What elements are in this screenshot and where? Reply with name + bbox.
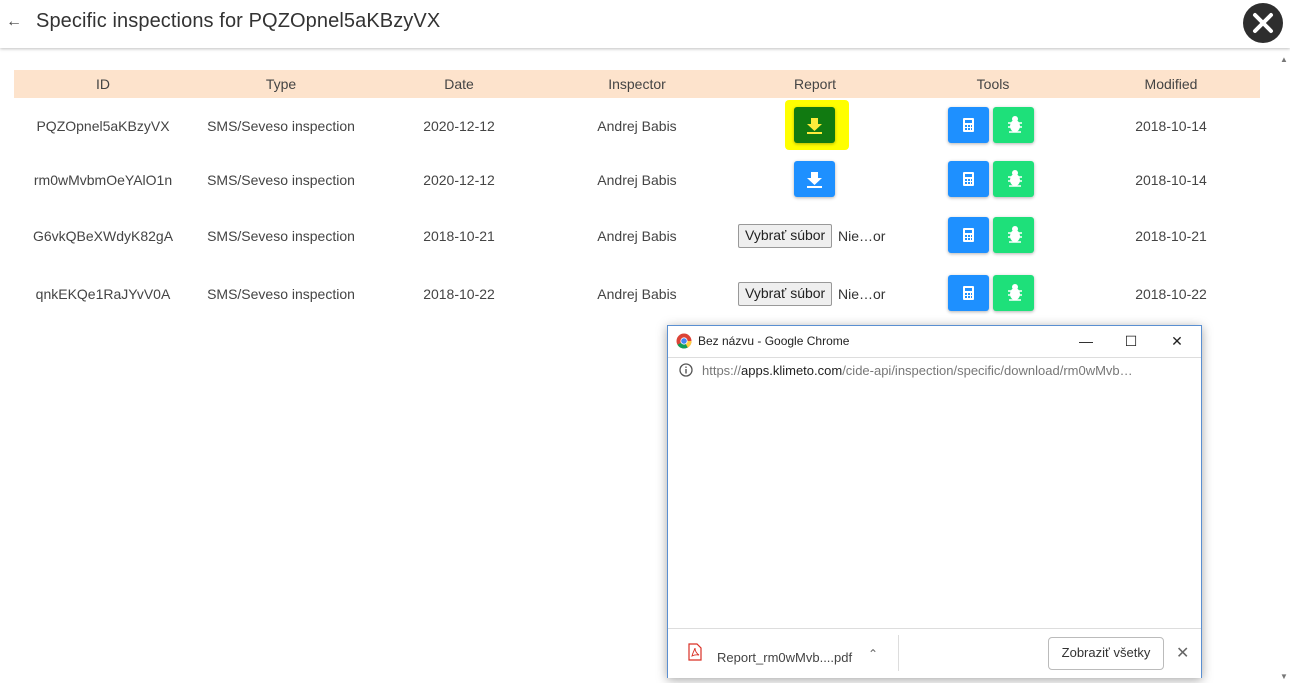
cell-id: PQZOpnel5aKBzyVX [36, 118, 170, 134]
column-header-type: Type [265, 76, 297, 92]
chevron-up-icon[interactable]: ⌃ [868, 647, 878, 661]
cell-date: 2018-10-22 [423, 286, 495, 302]
bug-button[interactable] [993, 217, 1034, 253]
url-host: apps.klimeto.com [741, 363, 843, 378]
pdf-file-icon [688, 643, 702, 661]
cell-date: 2018-10-21 [423, 228, 495, 244]
calculator-button[interactable] [948, 275, 989, 311]
info-icon[interactable] [678, 362, 694, 378]
shelf-divider [898, 635, 899, 671]
download-shelf: Report_rm0wMvb....pdf ⌃ Zobraziť všetky … [668, 628, 1201, 678]
bug-button[interactable] [993, 107, 1034, 143]
calculator-icon [963, 286, 974, 300]
url-path: /cide-api/inspection/specific/download/r… [842, 363, 1133, 378]
cell-type: SMS/Seveso inspection [207, 228, 355, 244]
download-icon [807, 172, 822, 188]
scrollbar-down-arrow-icon[interactable]: ▼ [1280, 672, 1288, 681]
column-header-id: ID [96, 76, 110, 92]
calculator-button[interactable] [948, 107, 989, 143]
page-header: ← Specific inspections for PQZOpnel5aKBz… [0, 0, 1290, 48]
cell-inspector: Andrej Babis [597, 118, 677, 134]
cell-type: SMS/Seveso inspection [207, 172, 355, 188]
cell-modified: 2018-10-14 [1135, 172, 1207, 188]
popup-blank-content [668, 382, 1201, 628]
column-header-report: Report [793, 76, 837, 92]
url-scheme: https:// [702, 363, 742, 378]
cell-modified: 2018-10-14 [1135, 118, 1207, 134]
minimize-button[interactable]: — [1072, 330, 1100, 352]
file-status-text: Nie…or [838, 286, 886, 302]
popup-title: Bez názvu - Google Chrome [698, 334, 850, 348]
show-all-button[interactable]: Zobraziť všetky [1048, 637, 1164, 670]
cell-date: 2020-12-12 [423, 118, 495, 134]
close-shelf-icon[interactable]: ✕ [1176, 643, 1189, 663]
calculator-icon [963, 228, 974, 242]
inspections-table: ID Type Date Inspector Report Tools Modi… [14, 70, 1260, 98]
bug-icon [1008, 226, 1022, 243]
cell-modified: 2018-10-21 [1135, 228, 1207, 244]
bug-icon [1008, 170, 1022, 187]
cell-inspector: Andrej Babis [597, 286, 677, 302]
address-bar[interactable]: https://apps.klimeto.com/cide-api/inspec… [668, 357, 1201, 383]
cell-id: qnkEKQe1RaJYvV0A [35, 286, 171, 302]
bug-button[interactable] [993, 275, 1034, 311]
back-arrow-icon[interactable]: ← [4, 12, 24, 32]
chrome-logo-icon [676, 333, 692, 349]
download-icon [807, 118, 822, 134]
bug-icon [1008, 284, 1022, 301]
column-header-modified: Modified [1144, 76, 1198, 92]
popup-titlebar[interactable]: Bez názvu - Google Chrome — ☐ ✕ [668, 326, 1201, 356]
cell-type: SMS/Seveso inspection [207, 118, 355, 134]
download-report-button[interactable] [794, 161, 835, 197]
chrome-popup-window: Bez názvu - Google Chrome — ☐ ✕ https://… [667, 325, 1202, 678]
window-close-button[interactable]: ✕ [1163, 330, 1191, 352]
download-file-name[interactable]: Report_rm0wMvb....pdf [717, 650, 852, 665]
cell-id: G6vkQBeXWdyK82gA [32, 228, 174, 244]
close-icon[interactable] [1243, 3, 1283, 43]
calculator-button[interactable] [948, 217, 989, 253]
calculator-icon [963, 172, 974, 186]
file-status-text: Nie…or [838, 228, 886, 244]
page-title: Specific inspections for PQZOpnel5aKBzyV… [36, 10, 441, 32]
cell-type: SMS/Seveso inspection [207, 286, 355, 302]
scrollbar-up-arrow-icon[interactable]: ▲ [1280, 55, 1288, 64]
cell-inspector: Andrej Babis [597, 172, 677, 188]
cell-modified: 2018-10-22 [1135, 286, 1207, 302]
choose-file-button[interactable]: Vybrať súbor [738, 282, 833, 306]
cell-inspector: Andrej Babis [597, 228, 677, 244]
calculator-button[interactable] [948, 161, 989, 197]
column-header-date: Date [444, 76, 474, 92]
url-text: https://apps.klimeto.com/cide-api/inspec… [702, 363, 1187, 378]
column-header-inspector: Inspector [608, 76, 666, 92]
column-header-tools: Tools [976, 76, 1010, 92]
cell-date: 2020-12-12 [423, 172, 495, 188]
bug-icon [1008, 116, 1022, 133]
cell-id: rm0wMvbmOeYAlO1n [33, 172, 173, 188]
download-report-button[interactable] [794, 107, 835, 143]
table-header-row: ID Type Date Inspector Report Tools Modi… [14, 70, 1260, 98]
bug-button[interactable] [993, 161, 1034, 197]
choose-file-button[interactable]: Vybrať súbor [738, 224, 833, 248]
restore-button[interactable]: ☐ [1117, 330, 1145, 352]
calculator-icon [963, 118, 974, 132]
